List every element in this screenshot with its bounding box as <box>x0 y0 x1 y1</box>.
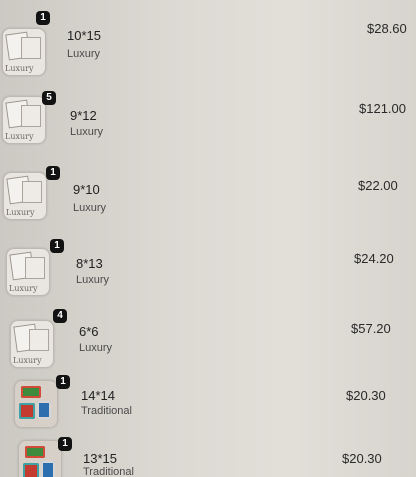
order-item[interactable]: Luxury 1 8*13 Luxury $24.20 <box>0 232 416 302</box>
order-item[interactable]: Luxury 5 9*12 Luxury $121.00 <box>0 78 416 148</box>
order-item[interactable]: 1 14*14 Traditional $20.30 <box>0 368 416 438</box>
gift-box-icon <box>37 401 51 419</box>
gift-box-icon <box>19 403 35 419</box>
item-size: 13*15 <box>83 451 117 466</box>
item-type: Luxury <box>79 342 113 354</box>
luxury-card-thumbnail: Luxury <box>2 96 46 144</box>
luxury-card-thumbnail: Luxury <box>6 248 50 296</box>
item-price: $24.20 <box>354 251 394 266</box>
item-price: $121.00 <box>359 101 406 116</box>
quantity-badge: 5 <box>42 91 56 105</box>
gift-box-icon <box>21 386 41 398</box>
item-type: Luxury <box>70 126 104 138</box>
item-size: 8*13 <box>76 256 103 271</box>
thumbnail-mark: Luxury <box>6 208 35 217</box>
item-price: $20.30 <box>342 451 382 466</box>
item-size: 9*12 <box>70 108 97 123</box>
quantity-badge: 1 <box>50 239 64 253</box>
thumbnail-mark: Luxury <box>5 64 34 73</box>
quantity-badge: 1 <box>46 166 60 180</box>
luxury-card-thumbnail: Luxury <box>10 320 54 368</box>
quantity-badge: 1 <box>58 437 72 451</box>
quantity-badge: 4 <box>53 309 67 323</box>
luxury-card-thumbnail: Luxury <box>2 28 46 76</box>
order-item[interactable]: Luxury 1 9*10 Luxury $22.00 <box>0 158 416 228</box>
gift-box-icon <box>41 461 55 477</box>
item-type: Traditional <box>81 405 132 417</box>
thumbnail-mark: Luxury <box>5 132 34 141</box>
item-type: Luxury <box>76 274 110 286</box>
item-price: $28.60 <box>367 21 407 36</box>
order-item[interactable]: Luxury 1 10*15 Luxury $28.60 <box>0 8 416 78</box>
thumbnail-mark: Luxury <box>9 284 38 293</box>
quantity-badge: 1 <box>56 375 70 389</box>
item-type: Traditional <box>83 466 134 477</box>
item-price: $22.00 <box>358 178 398 193</box>
item-size: 14*14 <box>81 388 115 403</box>
thumbnail-mark: Luxury <box>13 356 42 365</box>
item-size: 9*10 <box>73 182 100 197</box>
order-item[interactable]: Luxury 4 6*6 Luxury $57.20 <box>0 304 416 374</box>
gift-box-icon <box>25 446 45 458</box>
item-price: $57.20 <box>351 321 391 336</box>
item-size: 6*6 <box>79 324 99 339</box>
item-type: Luxury <box>73 202 107 214</box>
quantity-badge: 1 <box>36 11 50 25</box>
item-price: $20.30 <box>346 388 386 403</box>
traditional-gift-thumbnail <box>18 440 62 477</box>
item-type: Luxury <box>67 48 101 60</box>
order-item[interactable]: 1 13*15 Traditional $20.30 <box>0 430 416 477</box>
luxury-card-thumbnail: Luxury <box>3 172 47 220</box>
traditional-gift-thumbnail <box>14 380 58 428</box>
item-size: 10*15 <box>67 28 101 43</box>
gift-box-icon <box>23 463 39 477</box>
order-item-list: Luxury 1 10*15 Luxury $28.60 Luxury 5 9*… <box>0 0 416 477</box>
